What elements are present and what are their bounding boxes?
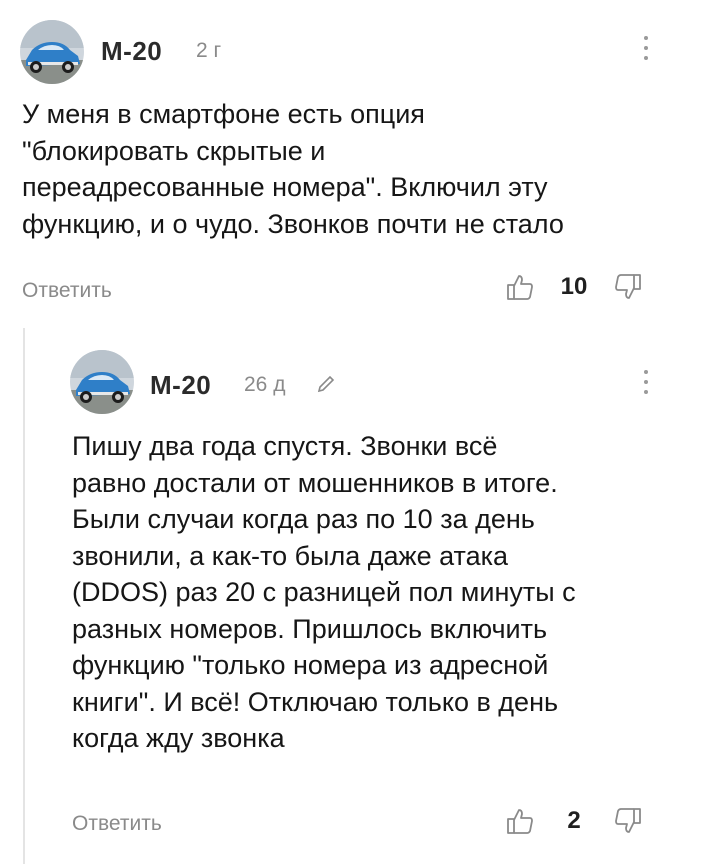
dot xyxy=(644,36,648,40)
comment-line: (DDOS) раз 20 с разницей пол минуты с xyxy=(72,577,576,607)
comment-line: книги". И всё! Отключаю только в день xyxy=(72,686,559,717)
car-avatar-icon xyxy=(70,350,134,414)
comment-line: функцию "только номера из адресной xyxy=(72,650,549,680)
comment-line: функцию, и о чудо. Звонков почти не стал… xyxy=(22,208,564,239)
car-avatar-icon xyxy=(20,20,84,84)
comment-line: Пишу два года спустя. Звонки всё xyxy=(72,431,498,461)
reply-button[interactable]: Ответить xyxy=(22,279,112,303)
vote-score: 10 xyxy=(560,273,588,300)
reply-button[interactable]: Ответить xyxy=(72,812,162,836)
comment-age: 2 г xyxy=(196,39,222,62)
comment: М-20 2 г У меня в смартфоне есть опция "… xyxy=(0,0,708,330)
comment-body: Пишу два года спустя. Звонки всё равно д… xyxy=(72,428,692,757)
thumbs-down-icon[interactable] xyxy=(613,806,643,836)
dot xyxy=(644,370,648,374)
comment-line: У меня в смартфоне есть опция xyxy=(22,99,425,129)
dot xyxy=(644,46,648,50)
more-options-button[interactable] xyxy=(634,370,658,400)
comment-line: "блокировать скрытые и xyxy=(22,135,326,166)
comment-line: когда жду звонка xyxy=(72,723,285,753)
vote-controls: 2 xyxy=(505,806,643,836)
thumbs-down-icon[interactable] xyxy=(613,272,643,302)
comment-line: Были случаи когда раз по 10 за день xyxy=(72,504,535,534)
comment-author[interactable]: М-20 xyxy=(150,370,211,401)
vote-score: 2 xyxy=(567,807,581,834)
thumbs-up-icon[interactable] xyxy=(505,272,535,302)
comment-age: 26 д xyxy=(244,373,286,396)
thumbs-up-icon[interactable] xyxy=(505,806,535,836)
dot xyxy=(644,380,648,384)
pencil-icon xyxy=(317,375,335,393)
avatar[interactable] xyxy=(20,20,84,84)
dot xyxy=(644,390,648,394)
comment-author[interactable]: М-20 xyxy=(101,36,162,67)
comment-body: У меня в смартфоне есть опция "блокирова… xyxy=(22,96,692,242)
comment-line: разных номеров. Пришлось включить xyxy=(72,613,548,644)
vote-controls: 10 xyxy=(505,272,643,302)
more-options-button[interactable] xyxy=(634,36,658,66)
avatar[interactable] xyxy=(70,350,134,414)
comment-line: переадресованные номера". Включил эту xyxy=(22,172,548,202)
comment-line: звонили, а как-то была даже атака xyxy=(72,540,509,571)
comment-line: равно достали от мошенников в итоге. xyxy=(72,467,558,498)
dot xyxy=(644,56,648,60)
